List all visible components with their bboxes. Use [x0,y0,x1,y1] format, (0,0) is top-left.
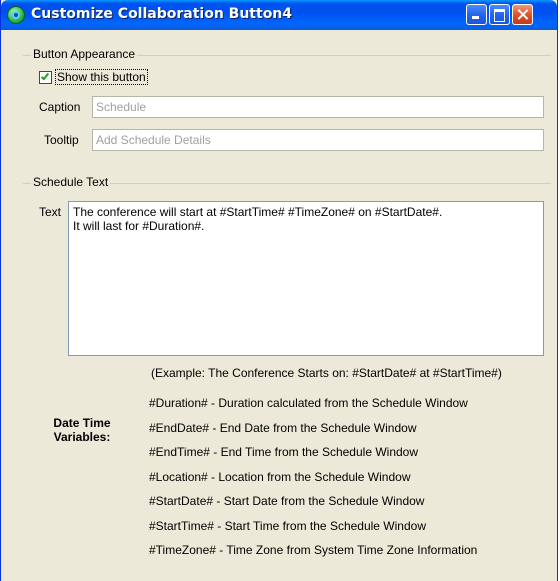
date-time-variables-label-line2: Variables: [53,430,111,444]
schedule-text-legend: Schedule Text [31,175,111,189]
button-appearance-legend: Button Appearance [31,47,138,61]
schedule-text-label: Text [39,205,62,219]
show-button-checkbox[interactable] [39,71,52,84]
title-bar[interactable]: Customize Collaboration Button4 [1,0,557,30]
collaboration-app-icon[interactable] [7,6,25,24]
variable-item: #Duration# - Duration calculated from th… [149,396,468,410]
window-title: Customize Collaboration Button4 [31,6,293,22]
close-icon[interactable] [512,4,533,25]
show-button-label[interactable]: Show this button [55,69,148,85]
variable-item: #EndDate# - End Date from the Schedule W… [149,420,417,435]
variable-item: #StartTime# - Start Time from the Schedu… [149,518,426,533]
caption-field[interactable]: Schedule [92,96,544,118]
variables-list: #Duration# - Duration calculated from th… [149,396,477,568]
checkmark-icon [40,71,50,81]
tooltip-field[interactable]: Add Schedule Details [92,129,544,151]
minimize-icon[interactable] [466,4,487,25]
dialog-window: Customize Collaboration Button4 Button A… [0,0,558,581]
variable-item: #Location# - Location from the Schedule … [149,469,411,484]
tooltip-label: Tooltip [44,133,79,147]
maximize-icon[interactable] [489,4,510,25]
variable-item: #EndTime# - End Time from the Schedule W… [149,445,419,459]
example-text: (Example: The Conference Starts on: #Sta… [151,366,502,380]
date-time-variables-label: Date Time Variables: [47,416,117,444]
date-time-variables-label-line1: Date Time [53,416,111,430]
caption-label: Caption [39,100,81,114]
variable-item: #StartDate# - Start Date from the Schedu… [149,494,425,508]
schedule-text-area[interactable]: The conference will start at #StartTime#… [68,201,544,356]
variable-item: #TimeZone# - Time Zone from System Time … [149,543,478,557]
